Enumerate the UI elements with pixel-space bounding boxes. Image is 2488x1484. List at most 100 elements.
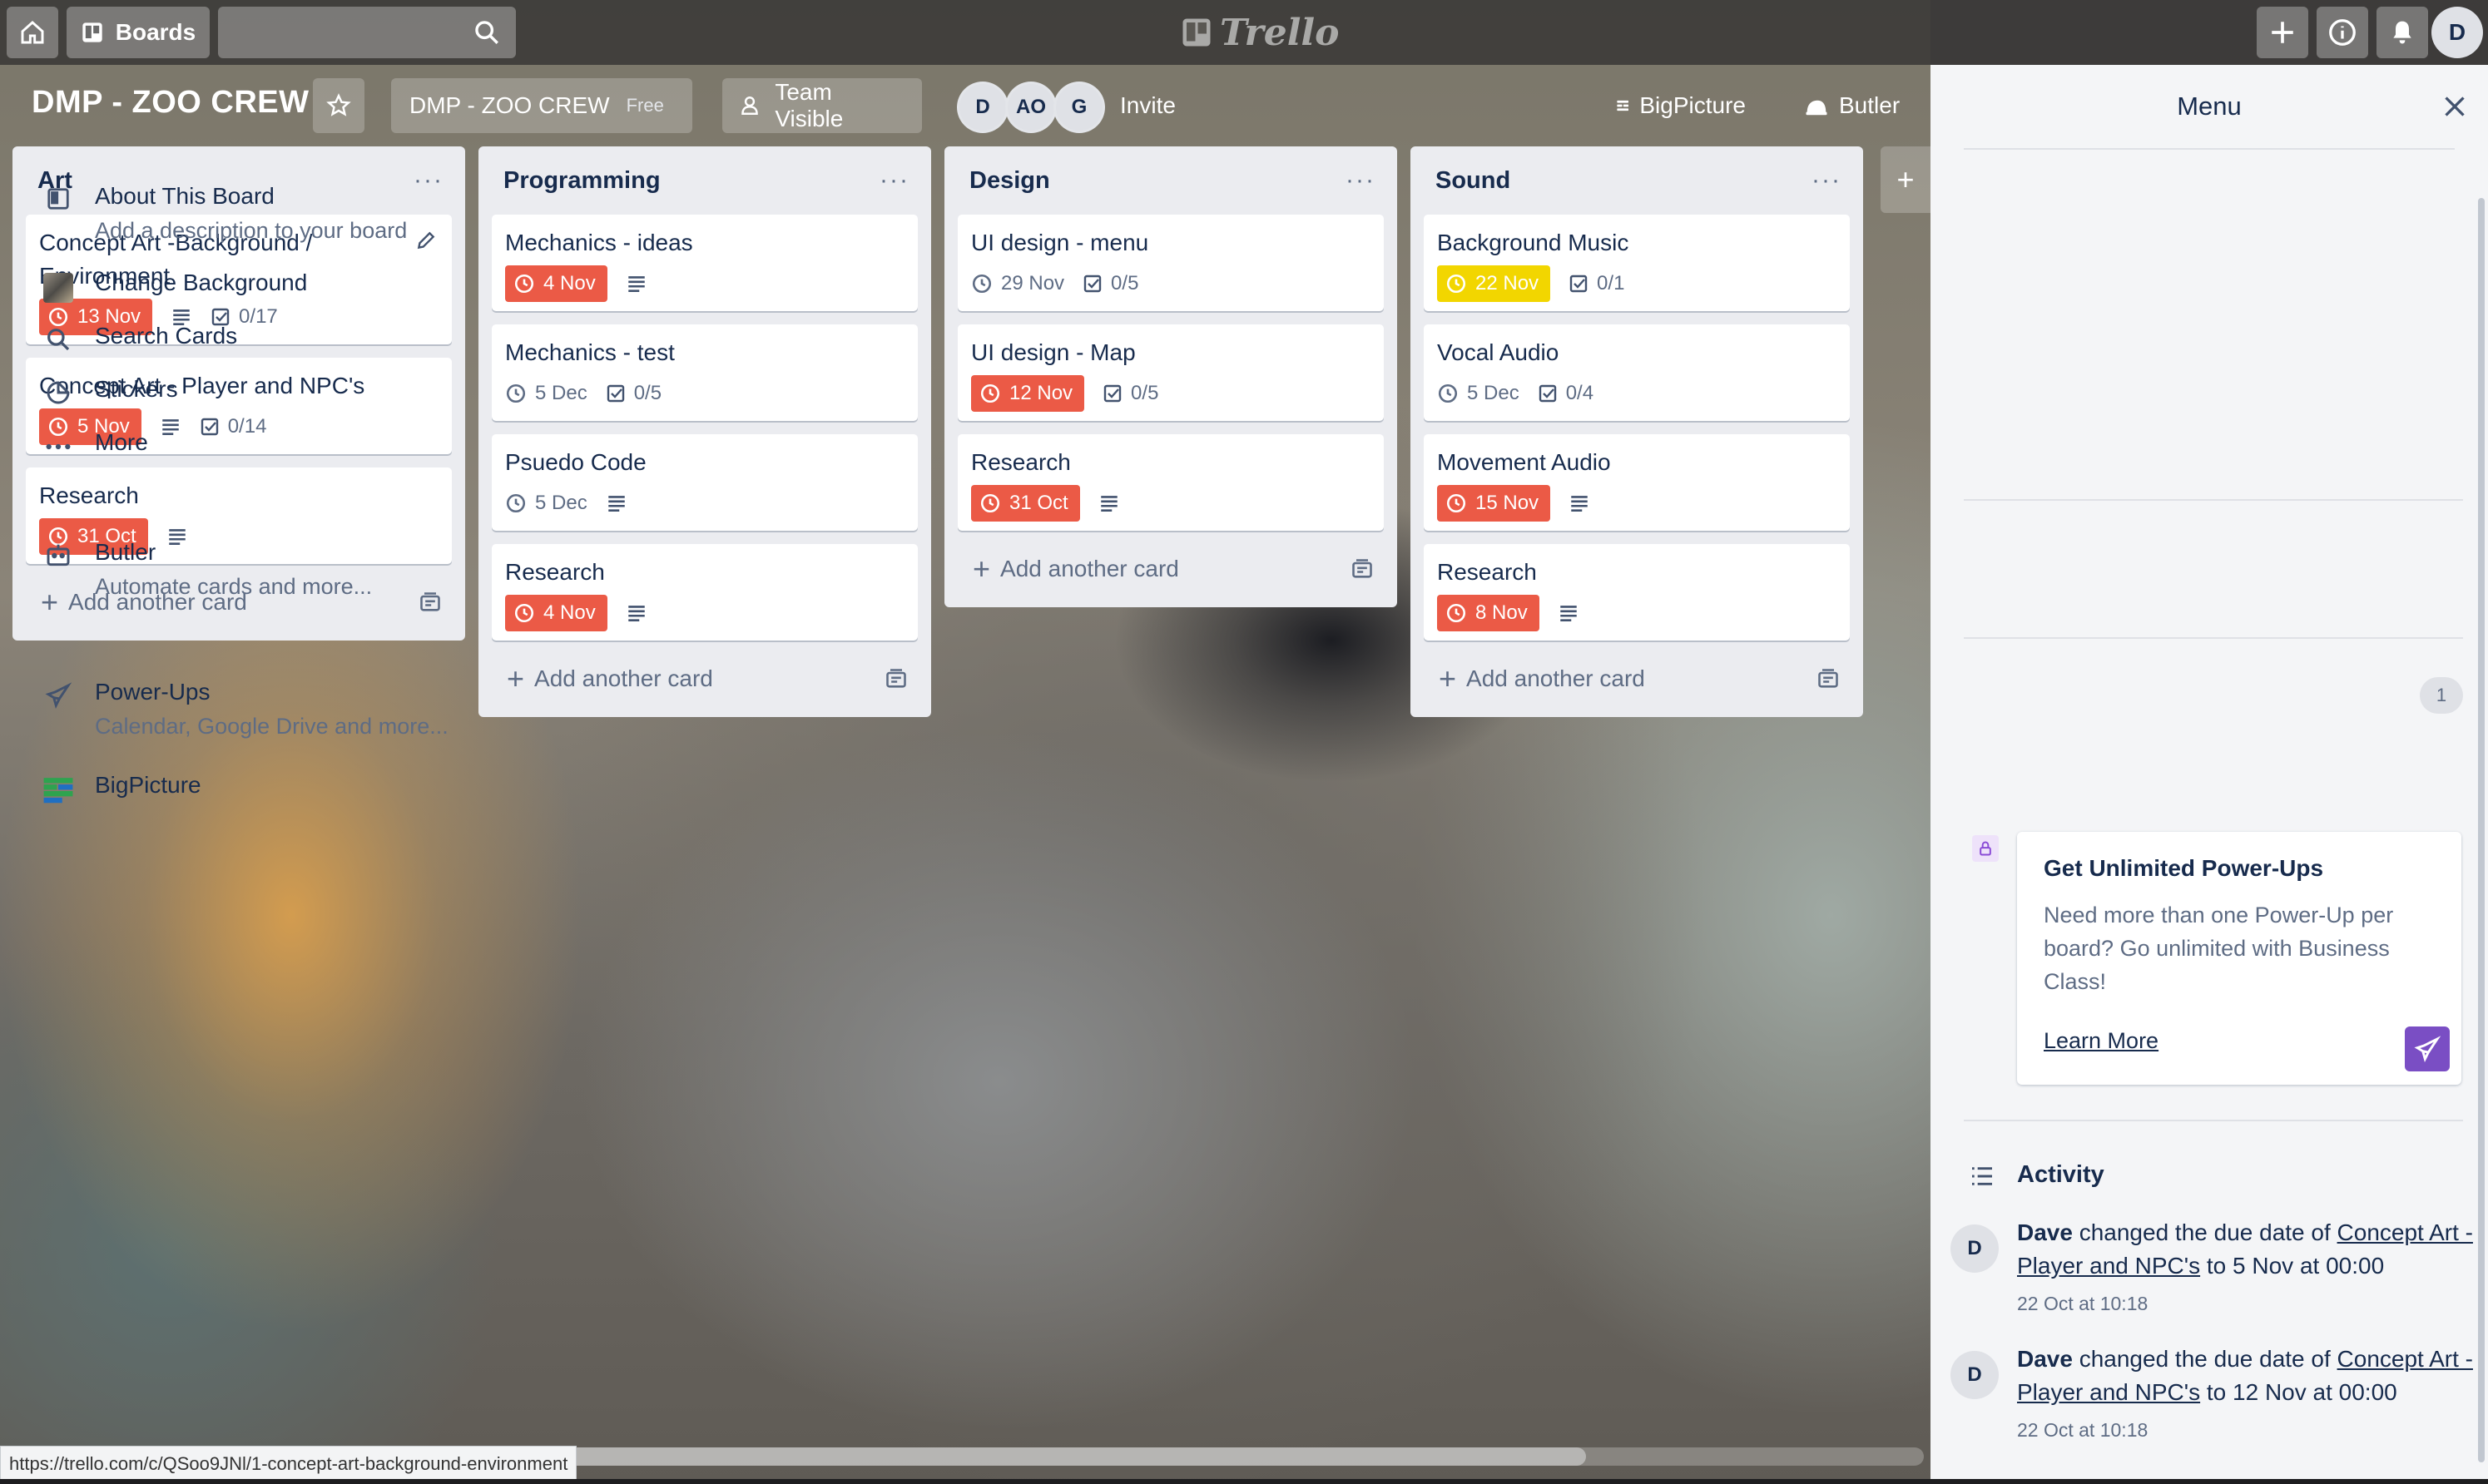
list-menu-icon[interactable]: ··· [1811,166,1850,195]
due-date-badge[interactable]: 5 Dec [1437,375,1519,412]
card[interactable]: Background Music 22 Nov 0/1 [1424,215,1850,311]
add-card-button[interactable]: + Add another card [492,654,918,704]
due-date-badge[interactable]: 31 Oct [971,485,1080,522]
home-button[interactable] [7,7,58,58]
list-header[interactable]: Programming ··· [492,146,918,215]
list-menu-icon[interactable]: ··· [414,166,452,195]
member-avatar[interactable]: AO [1005,82,1057,133]
member-avatar[interactable]: D [957,82,1009,133]
add-list-button[interactable]: + [1881,146,1930,213]
list-title[interactable]: Programming [503,167,661,195]
notifications-button[interactable] [2376,7,2428,58]
board-icon [82,22,102,42]
visibility-button[interactable]: Team Visible [722,78,922,133]
team-button[interactable]: DMP - ZOO CREW Free [391,78,692,133]
card[interactable]: Vocal Audio 5 Dec 0/4 [1424,324,1850,421]
list-design: Design ··· UI design - menu 29 Nov 0/5 UI des… [944,146,1397,607]
menu-item-more[interactable]: More [42,429,148,461]
plus-icon: + [973,552,991,586]
activity-user[interactable]: Dave [2017,1346,2073,1372]
list-menu-icon[interactable]: ··· [880,166,918,195]
menu-item-label: Stickers [95,376,178,402]
checklist-badge: 0/1 [1569,272,1624,295]
create-button[interactable] [2257,7,2308,58]
description-icon [160,416,181,438]
menu-scrollbar[interactable] [2478,198,2485,1462]
due-date-badge[interactable]: 22 Nov [1437,265,1551,302]
list-title[interactable]: Sound [1435,167,1510,195]
card-badges: 15 Nov [1437,484,1836,522]
promo-body: Need more than one Power-Up per board? G… [2044,903,2394,994]
list-sound: Sound ··· Background Music 22 Nov 0/1 Vocal A… [1410,146,1863,717]
list-menu-icon[interactable]: ··· [1346,166,1384,195]
list-header[interactable]: Sound ··· [1424,146,1850,215]
due-date-badge[interactable]: 29 Nov [971,265,1064,302]
menu-item-bigpicture[interactable]: BigPicture [42,772,201,807]
due-date-label: 5 Dec [1467,382,1519,404]
menu-header: Menu [1930,65,2488,148]
clock-icon [972,274,992,294]
board-title[interactable]: DMP - ZOO CREW [32,85,310,121]
card[interactable]: Mechanics - test 5 Dec 0/5 [492,324,918,421]
due-date-badge[interactable]: 4 Nov [505,595,607,631]
clock-icon [980,493,1000,513]
menu-item-search-cards[interactable]: Search Cards [42,323,237,353]
activity-user[interactable]: Dave [2017,1219,2073,1245]
card[interactable]: UI design - Map 12 Nov 0/5 [958,324,1384,421]
star-board-button[interactable] [313,78,364,133]
close-icon[interactable] [2440,92,2470,121]
card[interactable]: Research 31 Oct [958,434,1384,531]
due-date-badge[interactable]: 5 Dec [505,375,587,412]
template-card-icon[interactable] [885,667,908,690]
edit-pencil-icon[interactable] [415,230,437,251]
activity-avatar[interactable]: D [1950,1351,1999,1399]
menu-item-stickers[interactable]: Stickers [42,376,178,406]
due-date-badge[interactable]: 5 Dec [505,485,587,522]
menu-item-power-ups[interactable]: Power-Ups Calendar, Google Drive and more… [42,679,449,740]
due-date-badge[interactable]: 8 Nov [1437,595,1539,631]
card[interactable]: Research 8 Nov [1424,544,1850,641]
menu-item-about[interactable]: About This Board Add a description to you… [42,183,407,244]
card[interactable]: Research 4 Nov [492,544,918,641]
due-date-badge[interactable]: 12 Nov [971,375,1085,412]
invite-button[interactable]: Invite [1102,78,1205,133]
add-card-button[interactable]: + Add another card [958,544,1384,594]
card-badges: 4 Nov [505,265,905,303]
card-title: Mechanics - test [505,339,675,365]
menu-item-change-background[interactable]: Change Background [42,270,307,303]
search-input[interactable] [218,7,516,58]
checklist-count: 0/14 [227,415,267,438]
due-date-badge[interactable]: 4 Nov [505,265,607,302]
add-card-button[interactable]: + Add another card [1424,654,1850,704]
activity-timestamp[interactable]: 22 Oct at 10:18 [2017,1293,2148,1315]
activity-timestamp[interactable]: 22 Oct at 10:18 [2017,1419,2148,1442]
card[interactable]: Psuedo Code 5 Dec [492,434,918,531]
trello-logo-icon [1182,18,1211,47]
template-card-icon[interactable] [1351,557,1374,581]
member-avatar[interactable]: G [1053,82,1105,133]
bigpicture-button[interactable]: BigPicture [1598,78,1764,133]
learn-more-link[interactable]: Learn More [2044,1028,2158,1054]
boards-button[interactable]: Boards [67,7,210,58]
list-programming: Programming ··· Mechanics - ideas 4 Nov Mech… [478,146,931,717]
info-button[interactable] [2317,7,2368,58]
due-date-badge[interactable]: 15 Nov [1437,485,1551,522]
team-plan-badge: Free [626,95,664,116]
menu-item-butler[interactable]: Butler Automate cards and more... [42,539,372,600]
template-card-icon[interactable] [1816,667,1840,690]
checklist-count: 0/5 [1131,382,1159,404]
template-card-icon[interactable] [419,591,442,614]
board-icon [47,188,69,210]
trello-logo[interactable]: Trello [1182,10,1340,55]
checklist-count: 0/5 [633,382,662,404]
user-avatar[interactable]: D [2431,7,2483,58]
butler-button[interactable]: Butler [1786,78,1919,133]
list-title[interactable]: Design [969,167,1050,195]
card[interactable]: Mechanics - ideas 4 Nov [492,215,918,311]
card[interactable]: UI design - menu 29 Nov 0/5 [958,215,1384,311]
card[interactable]: Movement Audio 15 Nov [1424,434,1850,531]
clock-icon [1446,493,1466,513]
activity-avatar[interactable]: D [1950,1224,1999,1273]
list-header[interactable]: Design ··· [958,146,1384,215]
clock-icon [514,603,534,623]
